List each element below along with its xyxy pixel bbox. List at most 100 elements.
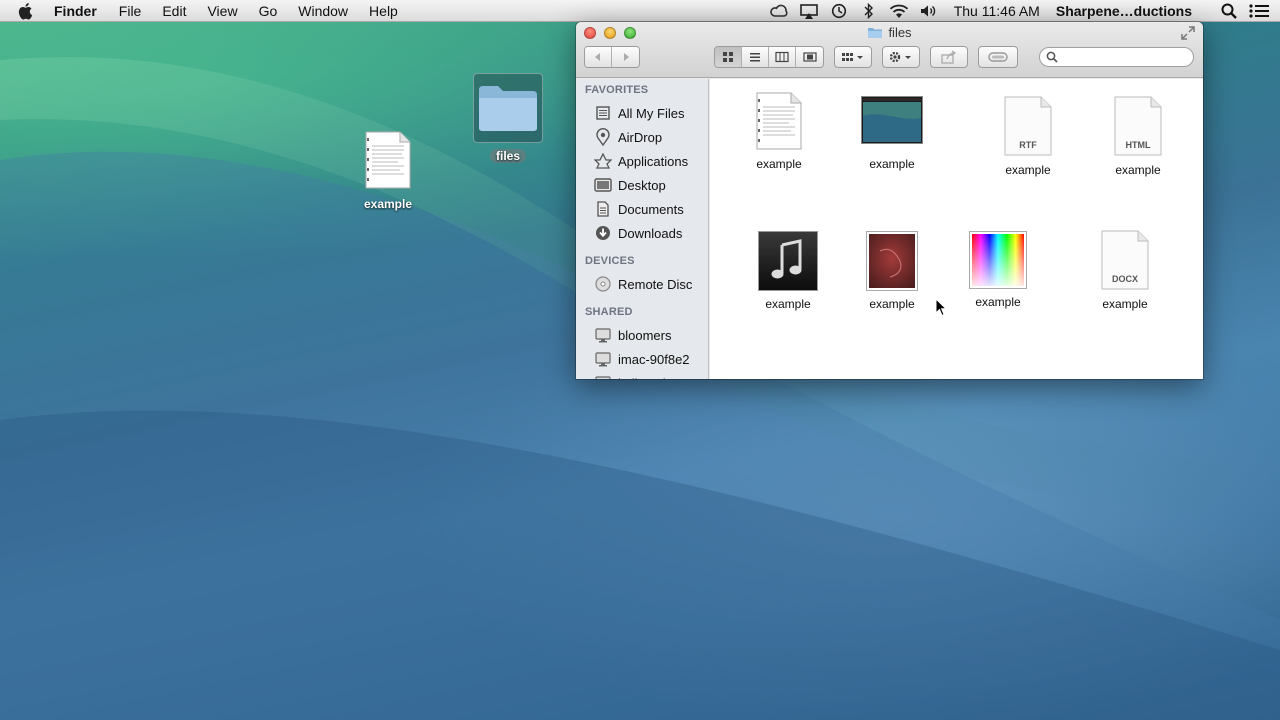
user-name-menu[interactable]: Sharpene…ductions	[1056, 3, 1192, 19]
sidebar-item-kellens-imac[interactable]: kellens-imac	[576, 371, 708, 379]
finder-window: files FAVORITES All My Files AirDrop App…	[576, 22, 1203, 379]
bluetooth-icon[interactable]	[858, 0, 880, 22]
sidebar-item-applications[interactable]: Applications	[576, 149, 708, 173]
file-item[interactable]: RTF example	[978, 93, 1078, 177]
tag-icon	[988, 52, 1008, 62]
menu-finder[interactable]: Finder	[54, 0, 97, 22]
list-view-button[interactable]	[742, 47, 769, 67]
sidebar-item-documents[interactable]: Documents	[576, 197, 708, 221]
file-item[interactable]: example	[842, 89, 942, 171]
time-machine-icon[interactable]	[828, 0, 850, 22]
image-gradient-icon	[969, 231, 1027, 289]
sidebar-item-label: imac-90f8e2	[618, 351, 690, 367]
file-name: example	[1102, 297, 1148, 311]
sidebar-item-imac[interactable]: imac-90f8e2	[576, 347, 708, 371]
image-photo-icon	[866, 231, 918, 291]
search-input[interactable]	[1062, 50, 1182, 64]
shared-header: SHARED	[585, 306, 633, 318]
sidebar-item-label: All My Files	[618, 105, 685, 121]
wifi-icon[interactable]	[888, 0, 910, 22]
airplay-icon[interactable]	[798, 0, 820, 22]
creative-cloud-icon[interactable]	[768, 0, 790, 22]
list-view-icon	[750, 53, 760, 62]
menu-edit[interactable]: Edit	[162, 0, 186, 22]
menu-window[interactable]: Window	[298, 0, 348, 22]
sidebar-item-label: Desktop	[618, 177, 666, 193]
file-item[interactable]: HTML example	[1088, 93, 1188, 177]
sidebar-item-bloomers[interactable]: bloomers	[576, 323, 708, 347]
arrange-button[interactable]	[834, 46, 872, 68]
desktop-file-example[interactable]: example	[350, 130, 426, 213]
sidebar-item-downloads[interactable]: Downloads	[576, 221, 708, 245]
sidebar-item-label: kellens-imac	[618, 376, 690, 380]
gear-icon	[889, 51, 911, 63]
sidebar-item-label: Applications	[618, 153, 689, 169]
desktop-file-label: example	[363, 197, 413, 211]
rtf-document-icon: RTF	[1004, 96, 1052, 156]
text-document-icon	[756, 92, 802, 150]
file-item[interactable]: example	[842, 229, 942, 311]
file-name: example	[765, 297, 811, 311]
notification-center-icon[interactable]	[1248, 0, 1270, 22]
file-item[interactable]: DOCX example	[1075, 227, 1175, 311]
file-item[interactable]: example	[948, 229, 1048, 309]
fullscreen-icon[interactable]	[1181, 26, 1195, 40]
tags-button[interactable]	[978, 46, 1018, 68]
computer-icon	[594, 350, 612, 368]
sidebar: FAVORITES All My Files AirDrop Applicati…	[576, 79, 709, 379]
file-name: example	[756, 157, 802, 171]
spotlight-icon[interactable]	[1218, 0, 1240, 22]
folder-icon	[868, 28, 883, 38]
file-badge: DOCX	[1112, 274, 1138, 284]
applications-icon	[594, 152, 612, 170]
action-button[interactable]	[882, 46, 920, 68]
icon-view-icon	[723, 52, 733, 62]
volume-icon[interactable]	[918, 0, 940, 22]
clock[interactable]: Thu 11:46 AM	[954, 3, 1040, 19]
file-item[interactable]: example	[729, 89, 829, 171]
forward-button[interactable]	[612, 47, 639, 67]
icon-view-button[interactable]	[715, 47, 742, 67]
docx-document-icon: DOCX	[1101, 230, 1149, 290]
sidebar-item-remote-disc[interactable]: Remote Disc	[576, 272, 708, 296]
menu-file[interactable]: File	[119, 0, 142, 22]
back-arrow-icon	[595, 53, 600, 61]
back-button[interactable]	[585, 47, 612, 67]
column-view-button[interactable]	[769, 47, 796, 67]
share-button[interactable]	[930, 46, 968, 68]
menu-view[interactable]: View	[207, 0, 237, 22]
menu-go[interactable]: Go	[259, 0, 278, 22]
file-name: example	[869, 157, 915, 171]
sidebar-item-all-my-files[interactable]: All My Files	[576, 101, 708, 125]
menu-help[interactable]: Help	[369, 0, 398, 22]
downloads-icon	[594, 224, 612, 242]
file-name: example	[1005, 163, 1051, 177]
file-name: example	[975, 295, 1021, 309]
file-badge: RTF	[1019, 140, 1037, 150]
sidebar-item-label: Downloads	[618, 225, 683, 241]
sidebar-item-desktop[interactable]: Desktop	[576, 173, 708, 197]
sidebar-item-airdrop[interactable]: AirDrop	[576, 125, 708, 149]
file-grid: example example RTF example HTML example…	[710, 79, 1203, 379]
column-view-icon	[775, 51, 789, 63]
window-title: files	[576, 25, 1203, 40]
title-bar[interactable]: files	[576, 22, 1203, 78]
documents-icon	[594, 200, 612, 218]
desktop-folder-label: files	[489, 149, 526, 163]
search-icon	[1046, 51, 1058, 63]
html-document-icon: HTML	[1114, 96, 1162, 156]
menu-bar: Finder File Edit View Go Window Help Thu…	[0, 0, 1280, 22]
airdrop-icon	[594, 128, 612, 146]
file-name: example	[1115, 163, 1161, 177]
window-title-text: files	[888, 25, 912, 40]
apple-menu-icon[interactable]	[18, 2, 38, 20]
desktop-icon	[594, 176, 612, 194]
search-field[interactable]	[1039, 47, 1194, 67]
cover-flow-button[interactable]	[796, 47, 823, 67]
disc-icon	[594, 275, 612, 293]
desktop-folder-files[interactable]: files	[472, 73, 544, 165]
view-mode-control	[714, 46, 824, 68]
computer-icon	[594, 326, 612, 344]
file-item[interactable]: example	[738, 229, 838, 311]
forward-arrow-icon	[623, 53, 629, 61]
